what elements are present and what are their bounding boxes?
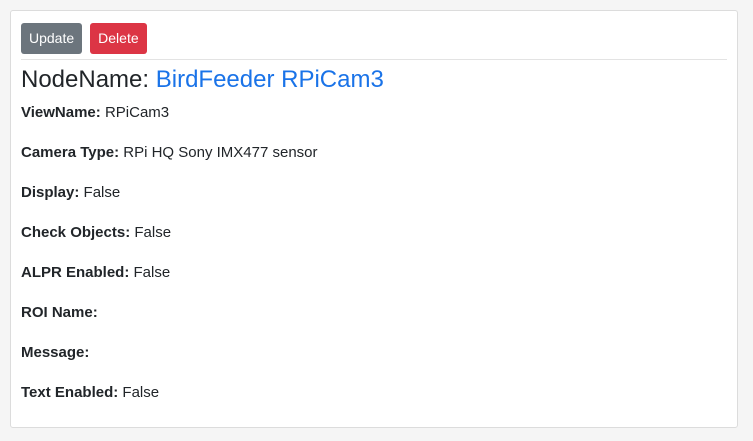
field-value: False	[83, 184, 121, 201]
field-label: ALPR Enabled:	[21, 264, 130, 281]
field-roi-name: ROI Name:	[21, 303, 98, 323]
field-label: ViewName:	[21, 104, 101, 121]
title-prefix: NodeName:	[21, 66, 150, 93]
field-display: Display: False	[21, 183, 120, 203]
page-title: NodeName: BirdFeeder RPiCam3	[21, 65, 384, 95]
field-label: Camera Type:	[21, 144, 120, 161]
field-view-name: ViewName: RPiCam3	[21, 103, 169, 123]
field-camera-type: Camera Type: RPi HQ Sony IMX477 sensor	[21, 143, 318, 163]
action-toolbar: Update Delete	[21, 23, 147, 54]
divider	[21, 59, 727, 60]
delete-button[interactable]: Delete	[90, 23, 147, 54]
field-value: False	[133, 264, 171, 281]
node-details-card: Update Delete NodeName: BirdFeeder RPiCa…	[10, 10, 738, 428]
field-value: False	[134, 224, 172, 241]
field-message: Message:	[21, 343, 89, 363]
field-label: Text Enabled:	[21, 384, 119, 401]
field-value: RPiCam3	[104, 104, 170, 121]
field-alpr-enabled: ALPR Enabled: False	[21, 263, 170, 283]
field-label: Display:	[21, 184, 80, 201]
field-label: ROI Name:	[21, 304, 98, 321]
field-check-objects: Check Objects: False	[21, 223, 171, 243]
field-label: Check Objects:	[21, 224, 131, 241]
field-text-enabled: Text Enabled: False	[21, 383, 159, 403]
field-value: False	[122, 384, 160, 401]
node-name-link[interactable]: BirdFeeder RPiCam3	[156, 66, 384, 93]
field-label: Message:	[21, 344, 90, 361]
update-button[interactable]: Update	[21, 23, 83, 54]
field-value: RPi HQ Sony IMX477 sensor	[123, 144, 318, 161]
